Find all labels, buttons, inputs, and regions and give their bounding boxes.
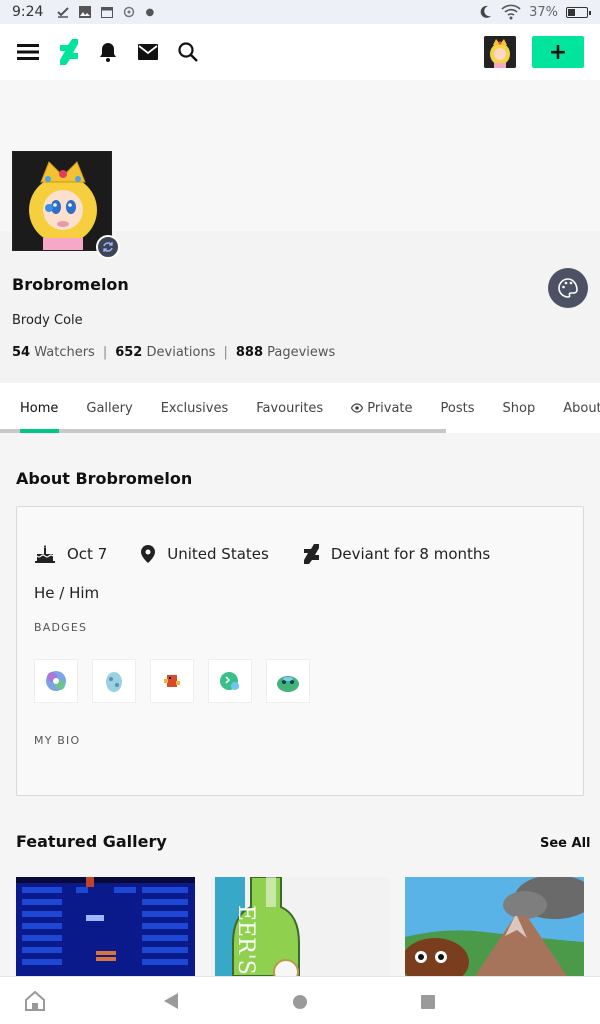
- hamburger-icon: [17, 44, 39, 60]
- recents-button[interactable]: [421, 994, 435, 1013]
- tab-gallery[interactable]: Gallery: [86, 401, 132, 416]
- badges-list: [34, 659, 310, 703]
- location-text: United States: [167, 545, 269, 563]
- tabs-scrollbar[interactable]: [0, 429, 446, 433]
- peach-avatar-image: [13, 152, 111, 250]
- notifications-button[interactable]: [96, 40, 120, 64]
- pronouns-text: He / Him: [34, 584, 100, 602]
- image-icon: [79, 6, 92, 18]
- tab-private-label: Private: [367, 400, 413, 416]
- about-info-row: Oct 7 United States Deviant for 8 months: [35, 544, 524, 564]
- gallery-thumbnail[interactable]: [405, 877, 584, 976]
- badge-item[interactable]: [34, 659, 78, 703]
- tab-posts[interactable]: Posts: [441, 401, 475, 416]
- peach-avatar-icon: [484, 36, 516, 68]
- back-triangle-icon: [164, 993, 178, 1009]
- home-nav-button[interactable]: [24, 990, 46, 1015]
- stat-watchers[interactable]: 54 Watchers: [12, 345, 95, 360]
- badge-slime-icon: [277, 676, 299, 692]
- sync-button[interactable]: [96, 235, 120, 259]
- search-icon: [178, 42, 198, 62]
- svg-text:EER'S: EER'S: [233, 905, 258, 975]
- stat-pageviews: 888 Pageviews: [235, 345, 336, 360]
- cake-icon: [35, 545, 55, 563]
- moon-icon: [480, 5, 492, 18]
- profile-tabs: Home Gallery Exclusives Favourites Priva…: [0, 383, 600, 433]
- search-button[interactable]: [176, 40, 200, 64]
- calendar-icon: [101, 7, 114, 18]
- wifi-icon: [501, 4, 521, 20]
- messages-button[interactable]: [136, 40, 160, 64]
- home-system-button[interactable]: [293, 994, 307, 1013]
- about-card: Oct 7 United States Deviant for 8 months…: [16, 506, 584, 796]
- about-title: About Brobromelon: [16, 469, 193, 488]
- pixel-game-thumbnail: [16, 877, 195, 976]
- profile-username: Brobromelon: [12, 275, 129, 294]
- volcano-thumbnail: [405, 877, 584, 976]
- deviantart-icon: [303, 544, 319, 564]
- gallery-thumbnail[interactable]: EER'S: [211, 877, 390, 976]
- badge-flower-icon: [46, 671, 66, 691]
- top-nav: +: [0, 24, 600, 80]
- home-icon: [25, 990, 45, 1011]
- back-button[interactable]: [164, 993, 178, 1013]
- featured-gallery-title: Featured Gallery: [16, 832, 167, 851]
- tab-about[interactable]: About: [563, 401, 600, 416]
- menu-button[interactable]: [16, 40, 40, 64]
- bio-label: MY BIO: [34, 734, 81, 747]
- tab-exclusives[interactable]: Exclusives: [161, 401, 229, 416]
- see-all-link[interactable]: See All: [540, 836, 591, 851]
- deviant-for-text: Deviant for 8 months: [330, 545, 491, 563]
- dot-icon: ●: [145, 6, 155, 18]
- profile-header: [0, 231, 600, 383]
- bottle-thumbnail: EER'S: [211, 877, 390, 976]
- tab-private[interactable]: Private: [351, 400, 413, 416]
- square-icon: [421, 995, 435, 1009]
- envelope-icon: [138, 44, 158, 60]
- bottom-nav: [0, 976, 600, 1024]
- badge-item[interactable]: [208, 659, 252, 703]
- active-tab-indicator: [20, 429, 59, 433]
- badge-item[interactable]: [266, 659, 310, 703]
- birthday-text: Oct 7: [67, 545, 108, 563]
- logo-button[interactable]: [56, 39, 80, 65]
- status-bar: 9:24 ● 37%: [0, 0, 600, 24]
- profile-avatar[interactable]: [12, 151, 112, 251]
- refresh-icon: [103, 242, 113, 252]
- deviantart-logo-icon: [60, 39, 78, 65]
- membership-item: Deviant for 8 months: [303, 544, 490, 564]
- palette-icon: [558, 278, 578, 298]
- badge-critter-icon: [164, 675, 180, 687]
- badge-gem-icon: [220, 672, 239, 690]
- badges-label: BADGES: [34, 621, 88, 634]
- tab-favourites[interactable]: Favourites: [256, 401, 323, 416]
- gallery-thumbnail[interactable]: [16, 877, 195, 976]
- battery-icon: [566, 6, 591, 18]
- badge-egg-icon: [106, 672, 122, 692]
- eye-icon: [351, 403, 364, 413]
- user-avatar[interactable]: [484, 36, 516, 68]
- tab-home[interactable]: Home: [20, 401, 58, 416]
- stat-deviations[interactable]: 652 Deviations: [115, 345, 215, 360]
- badge-item[interactable]: [92, 659, 136, 703]
- settings-icon: [124, 6, 135, 18]
- tab-shop[interactable]: Shop: [503, 401, 536, 416]
- badge-item[interactable]: [150, 659, 194, 703]
- bell-icon: [100, 43, 116, 62]
- profile-stats: 54 Watchers | 652 Deviations | 888 Pageviews: [12, 345, 336, 360]
- birthday-item: Oct 7: [35, 545, 107, 563]
- location-pin-icon: [141, 545, 156, 563]
- create-button[interactable]: +: [532, 36, 584, 68]
- circle-icon: [293, 995, 307, 1009]
- status-time: 9:24: [12, 4, 44, 20]
- theme-palette-button[interactable]: [548, 268, 588, 308]
- battery-percent: 37%: [529, 4, 558, 20]
- location-item: United States: [141, 545, 269, 563]
- profile-real-name: Brody Cole: [12, 313, 83, 328]
- checkmark-icon: [57, 7, 70, 18]
